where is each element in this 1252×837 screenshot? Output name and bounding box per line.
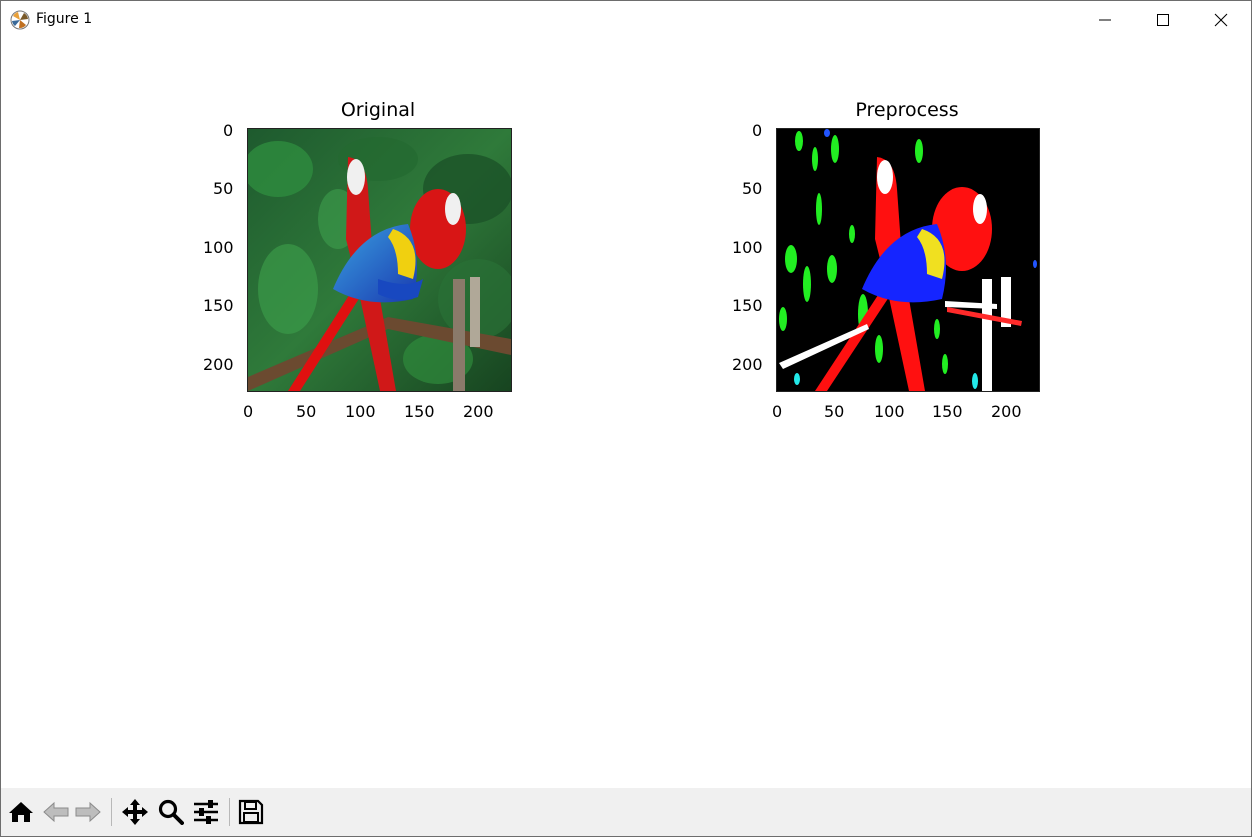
navigation-toolbar [1, 788, 1251, 836]
pan-icon [122, 799, 148, 825]
minimize-icon [1099, 19, 1111, 20]
axes-title-preprocess: Preprocess [855, 99, 959, 121]
matplotlib-app-icon [10, 10, 30, 30]
minimize-button[interactable] [1076, 1, 1134, 38]
configure-subplots-icon [194, 800, 218, 824]
zoom-button[interactable] [154, 795, 188, 829]
maximize-button[interactable] [1134, 1, 1192, 38]
x-tick-label: 50 [296, 402, 317, 421]
configure-subplots-button[interactable] [189, 795, 223, 829]
back-arrow-icon [43, 801, 69, 823]
y-tick-label: 200 [203, 355, 234, 374]
forward-button[interactable] [71, 795, 105, 829]
x-tick-label: 200 [463, 402, 494, 421]
preprocess-image[interactable] [776, 128, 1040, 392]
y-tick-label: 150 [732, 296, 763, 315]
figure-window: Figure 1 Original 0 50 100 150 200 0 50 … [0, 0, 1252, 837]
x-tick-label: 200 [991, 402, 1022, 421]
figure-canvas[interactable]: Original 0 50 100 150 200 0 50 100 150 2… [1, 38, 1251, 788]
axes-title-original: Original [340, 99, 416, 121]
maximize-icon [1157, 13, 1169, 26]
toolbar-separator [111, 798, 112, 826]
close-icon [1214, 13, 1228, 26]
y-tick-label: 50 [213, 179, 234, 198]
y-tick-label: 150 [203, 296, 234, 315]
y-tick-label: 200 [732, 355, 763, 374]
forward-arrow-icon [75, 801, 101, 823]
y-tick-label: 50 [742, 179, 763, 198]
zoom-icon [158, 799, 184, 825]
y-tick-label: 100 [203, 238, 234, 257]
back-button[interactable] [39, 795, 73, 829]
y-tick-label: 100 [732, 238, 763, 257]
y-tick-label: 0 [752, 121, 763, 140]
x-tick-label: 0 [772, 402, 783, 421]
save-button[interactable] [234, 795, 268, 829]
pan-button[interactable] [118, 795, 152, 829]
save-icon [238, 799, 264, 825]
title-bar[interactable]: Figure 1 [1, 1, 1251, 38]
original-image[interactable] [247, 128, 512, 392]
x-tick-label: 100 [874, 402, 905, 421]
parrots-segmented [777, 129, 1039, 391]
y-tick-label: 0 [223, 121, 234, 140]
x-tick-label: 150 [404, 402, 435, 421]
x-tick-label: 100 [345, 402, 376, 421]
x-tick-label: 150 [932, 402, 963, 421]
window-title: Figure 1 [36, 11, 93, 27]
x-tick-label: 0 [243, 402, 254, 421]
home-icon [9, 802, 33, 822]
x-tick-label: 50 [824, 402, 845, 421]
parrots-photo [248, 129, 511, 391]
toolbar-separator [229, 798, 230, 826]
home-button[interactable] [4, 795, 38, 829]
close-button[interactable] [1192, 1, 1250, 38]
